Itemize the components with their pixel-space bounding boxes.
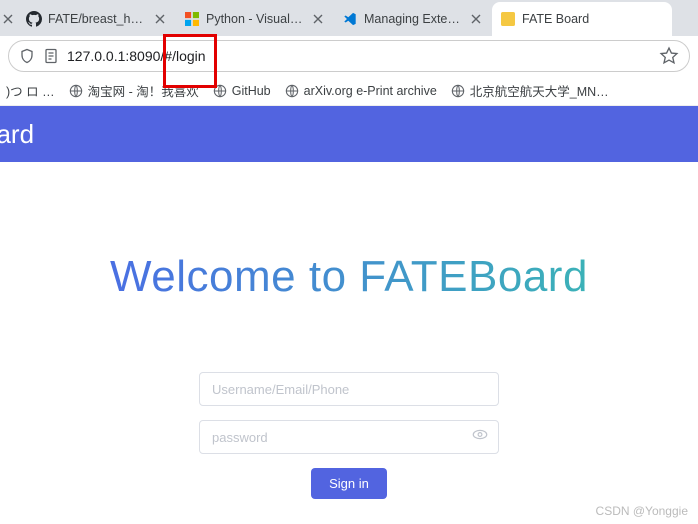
vscode-icon bbox=[342, 11, 358, 27]
tab-python-vs[interactable]: Python - Visual St bbox=[176, 2, 334, 36]
username-input[interactable] bbox=[199, 372, 499, 406]
close-icon[interactable] bbox=[468, 11, 484, 27]
watermark: CSDN @Yonggie bbox=[596, 504, 688, 518]
tab-title: Managing Extensi bbox=[364, 12, 462, 26]
tab-title: FATE Board bbox=[522, 12, 664, 26]
tab-strip: rd FATE/breast_hete Python - Visual St M… bbox=[0, 0, 698, 36]
bookmark-item[interactable]: 淘宝网 - 淘！我喜欢 bbox=[69, 81, 199, 100]
bookmarks-bar: )つ ロ … 淘宝网 - 淘！我喜欢 GitHub arXiv.org e-Pr… bbox=[0, 76, 698, 106]
bookmark-label: )つ ロ … bbox=[6, 81, 55, 100]
bookmark-label: GitHub bbox=[232, 84, 271, 98]
app-banner: oard bbox=[0, 106, 698, 162]
close-icon[interactable] bbox=[310, 11, 326, 27]
eye-icon[interactable] bbox=[471, 426, 489, 449]
tab-managing-ext[interactable]: Managing Extensi bbox=[334, 2, 492, 36]
close-icon[interactable] bbox=[152, 11, 168, 27]
tab-title: Python - Visual St bbox=[206, 12, 304, 26]
bookmark-item[interactable]: 北京航空航天大学_MN… bbox=[451, 81, 609, 100]
tab-github-fate[interactable]: FATE/breast_hete bbox=[18, 2, 176, 36]
globe-icon bbox=[213, 84, 227, 98]
tab-partial-left[interactable]: rd bbox=[0, 2, 18, 36]
bookmark-label: 北京航空航天大学_MN… bbox=[470, 81, 609, 100]
banner-title: oard bbox=[0, 119, 34, 150]
address-bar[interactable]: 127.0.0.1:8090/#/login bbox=[8, 40, 690, 72]
shield-icon[interactable] bbox=[19, 48, 35, 64]
fate-icon bbox=[500, 11, 516, 27]
ms-icon bbox=[184, 11, 200, 27]
tab-fate-board[interactable]: FATE Board bbox=[492, 2, 672, 36]
bookmark-item[interactable]: )つ ロ … bbox=[6, 81, 55, 100]
github-icon bbox=[26, 11, 42, 27]
globe-icon bbox=[69, 84, 83, 98]
bookmark-item[interactable]: arXiv.org e-Print archive bbox=[285, 84, 437, 98]
bookmark-label: 淘宝网 - 淘！我喜欢 bbox=[88, 81, 199, 100]
bookmark-item[interactable]: GitHub bbox=[213, 84, 271, 98]
signin-button[interactable]: Sign in bbox=[311, 468, 387, 499]
login-form: Sign in bbox=[199, 372, 499, 499]
globe-icon bbox=[451, 84, 465, 98]
page-icon[interactable] bbox=[43, 48, 59, 64]
bookmark-label: arXiv.org e-Print archive bbox=[304, 84, 437, 98]
welcome-heading: Welcome to FATEBoard bbox=[110, 252, 588, 302]
address-row: 127.0.0.1:8090/#/login bbox=[0, 36, 698, 76]
login-panel: Welcome to FATEBoard Sign in bbox=[0, 162, 698, 499]
password-input[interactable] bbox=[199, 420, 499, 454]
tab-title: FATE/breast_hete bbox=[48, 12, 146, 26]
globe-icon bbox=[285, 84, 299, 98]
close-icon[interactable] bbox=[0, 11, 16, 27]
url-text: 127.0.0.1:8090/#/login bbox=[67, 48, 651, 64]
bookmark-star-icon[interactable] bbox=[659, 46, 679, 66]
